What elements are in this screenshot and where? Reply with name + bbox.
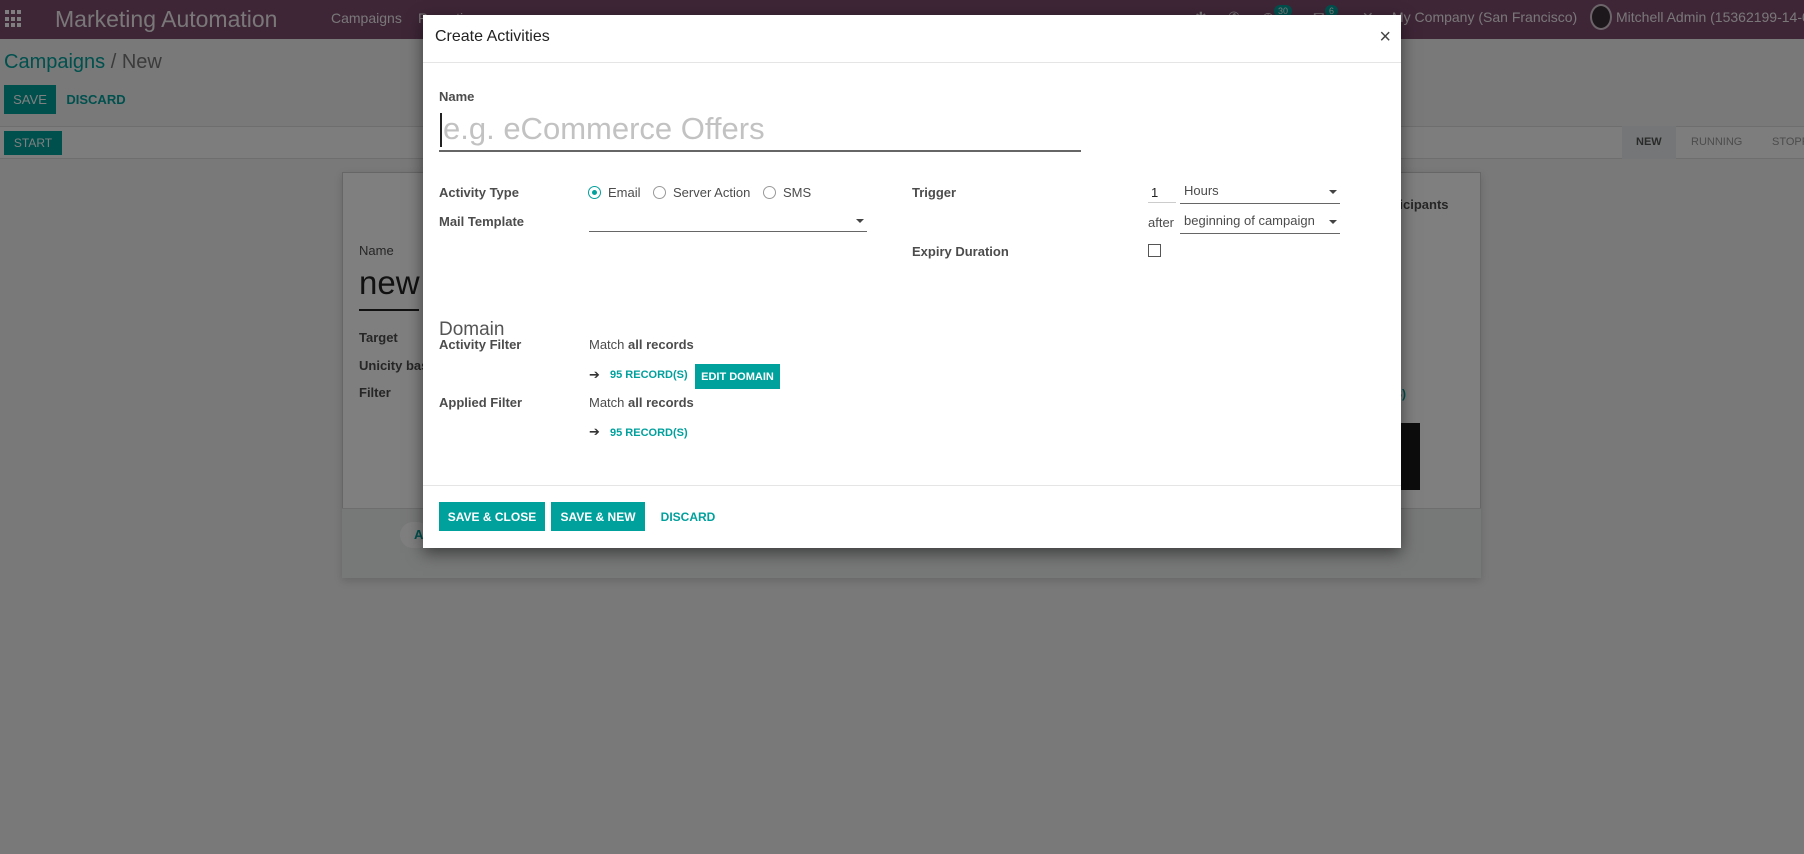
activity-type-label: Activity Type: [439, 185, 519, 200]
trigger-interval-input[interactable]: [1148, 183, 1176, 203]
chevron-down-icon: [1329, 220, 1337, 224]
expiry-duration-checkbox[interactable]: [1148, 244, 1161, 257]
trigger-label: Trigger: [912, 185, 957, 200]
mail-template-select[interactable]: [589, 212, 867, 232]
close-icon[interactable]: ×: [1379, 26, 1391, 49]
radio-sms[interactable]: SMS: [763, 185, 811, 200]
save-close-button[interactable]: SAVE & CLOSE: [439, 502, 545, 531]
trigger-unit-select[interactable]: Hours: [1180, 183, 1340, 204]
match-prefix: Match: [589, 395, 625, 410]
radio-email[interactable]: Email: [588, 185, 641, 200]
arrow-right-icon: ➔: [589, 367, 600, 382]
arrow-right-icon: ➔: [589, 424, 600, 439]
expiry-duration-label: Expiry Duration: [912, 244, 1009, 259]
trigger-reference-value: beginning of campaign: [1184, 213, 1315, 228]
modal-title: Create Activities: [435, 28, 550, 45]
applied-filter-match: Match all records: [589, 395, 694, 410]
edit-domain-button[interactable]: EDIT DOMAIN: [695, 364, 780, 389]
save-new-button[interactable]: SAVE & NEW: [551, 502, 645, 531]
chevron-down-icon: [1329, 190, 1337, 194]
create-activities-dialog: Create Activities × Name Activity Type E…: [423, 15, 1401, 548]
modal-discard-button[interactable]: DISCARD: [653, 502, 723, 531]
name-label: Name: [439, 89, 475, 104]
match-value: all records: [628, 395, 694, 410]
radio-email-label: Email: [608, 185, 641, 200]
radio-sms-label: SMS: [783, 185, 812, 200]
match-value: all records: [628, 337, 694, 352]
modal-header: Create Activities ×: [423, 15, 1401, 63]
radio-sms-dot: [763, 186, 776, 199]
trigger-reference-select[interactable]: beginning of campaign: [1180, 213, 1340, 234]
applied-filter-records-link[interactable]: 95 RECORD(S): [610, 427, 688, 439]
text-cursor: [440, 113, 442, 147]
match-prefix: Match: [589, 337, 625, 352]
chevron-down-icon: [856, 219, 864, 223]
mail-template-label: Mail Template: [439, 214, 525, 229]
after-text: after: [1148, 215, 1175, 230]
activity-filter-records-link[interactable]: 95 RECORD(S): [610, 369, 688, 381]
radio-server-action-dot: [653, 186, 666, 199]
radio-email-dot: [588, 186, 601, 199]
activity-filter-match: Match all records: [589, 337, 694, 352]
trigger-unit-value: Hours: [1184, 183, 1219, 198]
applied-filter-label: Applied Filter: [439, 395, 523, 410]
radio-server-action[interactable]: Server Action: [653, 185, 750, 200]
radio-server-action-label: Server Action: [673, 185, 751, 200]
activity-filter-label: Activity Filter: [439, 337, 522, 352]
activity-name-input[interactable]: [439, 108, 1081, 152]
